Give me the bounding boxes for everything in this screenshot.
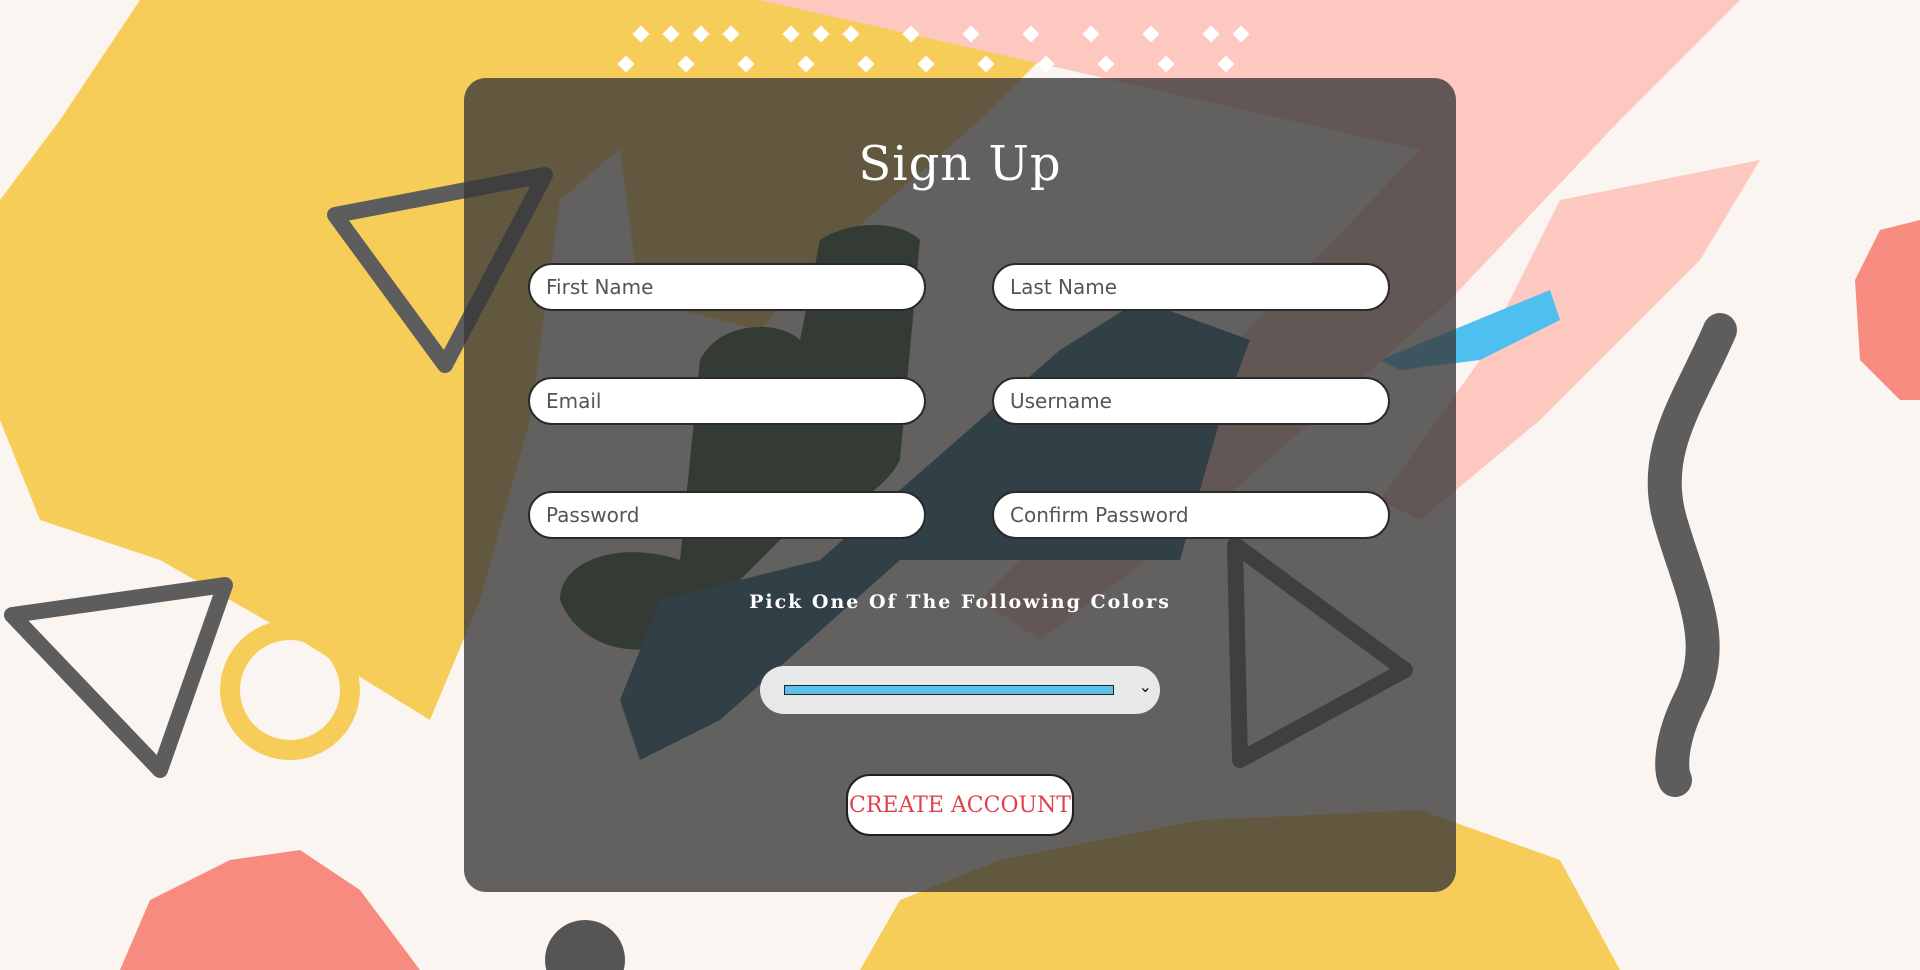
username-input[interactable] xyxy=(992,377,1390,425)
color-prompt-label: Pick One Of The Following Colors xyxy=(749,591,1171,613)
page-title: Sign Up xyxy=(858,136,1062,192)
yellow-ring xyxy=(220,620,360,760)
password-input[interactable] xyxy=(528,491,926,539)
first-name-input[interactable] xyxy=(528,263,926,311)
coral-blob-bottom xyxy=(120,850,420,970)
color-select[interactable]: ⌄ xyxy=(760,666,1160,714)
coral-blob-right xyxy=(1855,220,1920,400)
email-input[interactable] xyxy=(528,377,926,425)
selected-color-swatch xyxy=(784,685,1114,695)
create-account-button[interactable]: CREATE ACCOUNT xyxy=(846,774,1074,836)
gray-triangle-bottom-left xyxy=(4,577,233,778)
dark-splat xyxy=(545,920,625,970)
last-name-input[interactable] xyxy=(992,263,1390,311)
gray-squiggle xyxy=(1647,313,1737,797)
confirm-password-input[interactable] xyxy=(992,491,1390,539)
signup-panel: Sign Up Pick One Of The Following Colors… xyxy=(464,78,1456,892)
chevron-down-icon: ⌄ xyxy=(1138,677,1152,696)
